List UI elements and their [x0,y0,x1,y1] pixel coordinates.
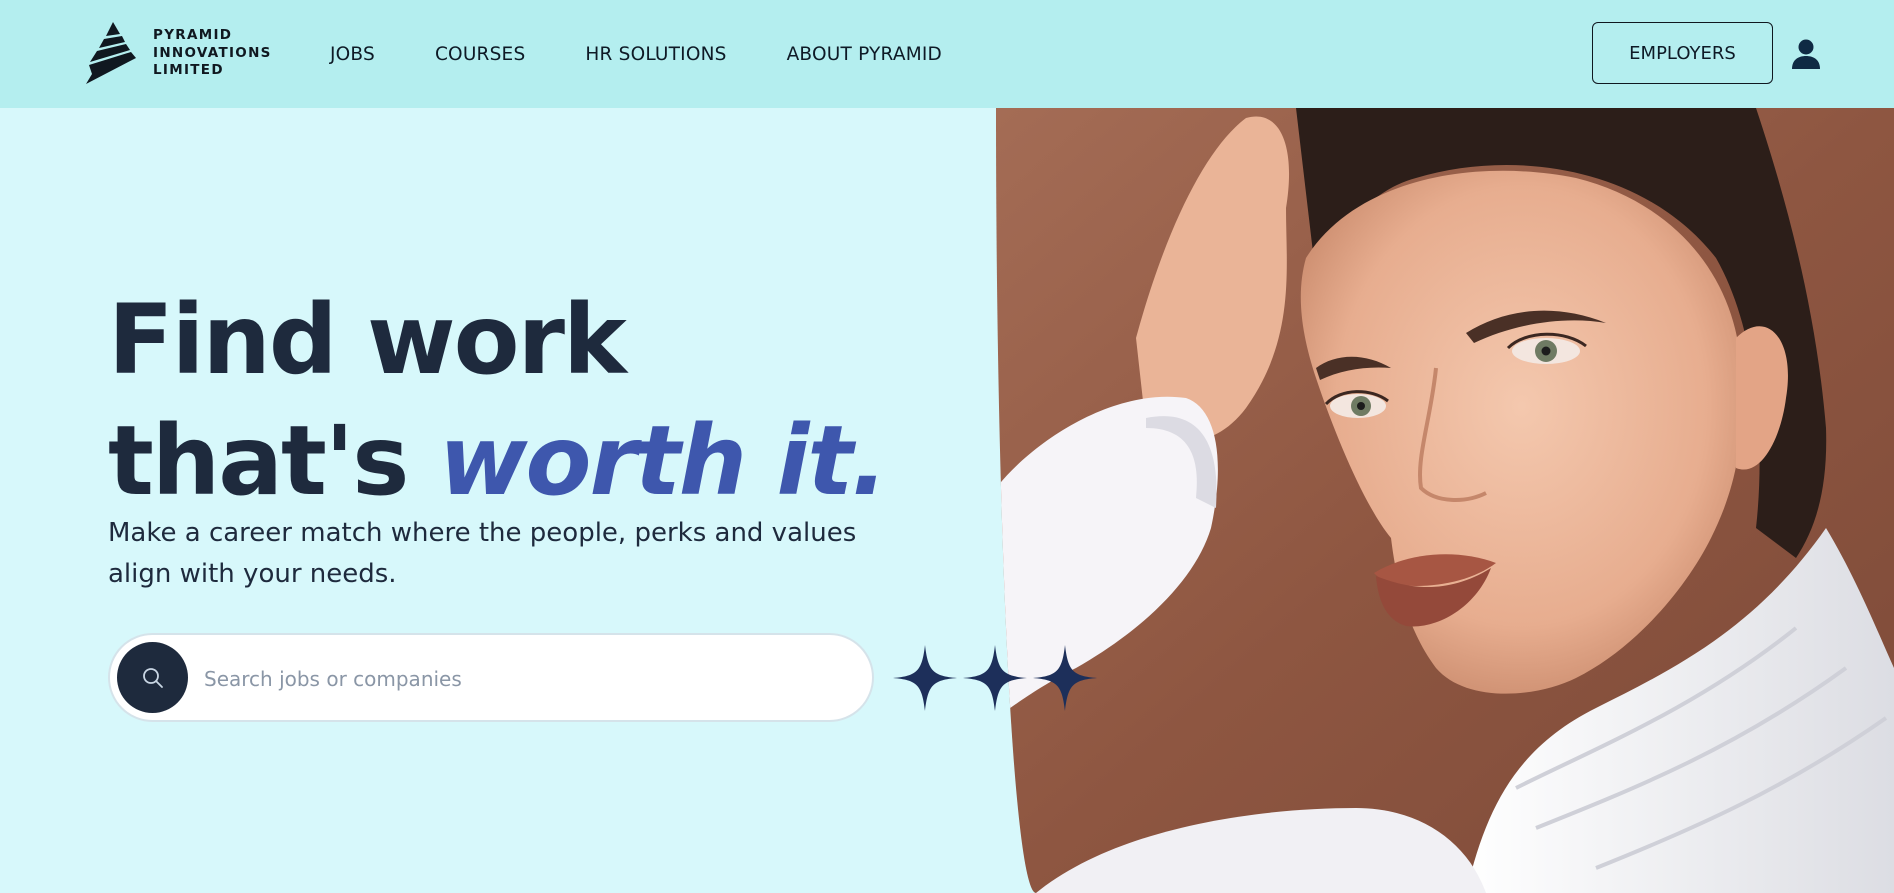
employers-button[interactable]: EMPLOYERS [1592,22,1773,84]
nav-item-about-pyramid[interactable]: ABOUT PYRAMID [787,44,942,65]
headline-accent: worth it. [438,405,888,517]
job-search-bar [108,633,874,722]
brand-line-1: PYRAMID [153,27,233,43]
user-icon[interactable] [1791,38,1821,70]
nav-item-courses[interactable]: COURSES [435,44,525,65]
headline-line-1: Find work [108,284,627,396]
search-input[interactable] [202,655,846,703]
main-nav: JOBS COURSES HR SOLUTIONS ABOUT PYRAMID [330,0,1002,108]
search-icon [142,667,163,688]
portrait-photo [996,108,1894,893]
brand-line-3: LIMITED [153,62,224,78]
hero-headline: Find work that's worth it. [108,280,888,522]
site-header: PYRAMID INNOVATIONS LIMITED JOBS COURSES… [0,0,1894,108]
search-button[interactable] [117,642,188,713]
nav-item-jobs[interactable]: JOBS [330,44,375,65]
hero-subtext: Make a career match where the people, pe… [108,518,857,589]
brand-name: PYRAMID INNOVATIONS LIMITED [153,27,272,80]
brand-line-2: INNOVATIONS [153,44,272,61]
sparkle-icon [893,645,1097,711]
brand-logo[interactable]: PYRAMID INNOVATIONS LIMITED [86,22,276,86]
pyramid-logo-icon [86,22,136,84]
nav-item-hr-solutions[interactable]: HR SOLUTIONS [585,44,726,65]
headline-line-2: that's worth it. [108,401,888,522]
headline-plain: that's [108,405,439,517]
